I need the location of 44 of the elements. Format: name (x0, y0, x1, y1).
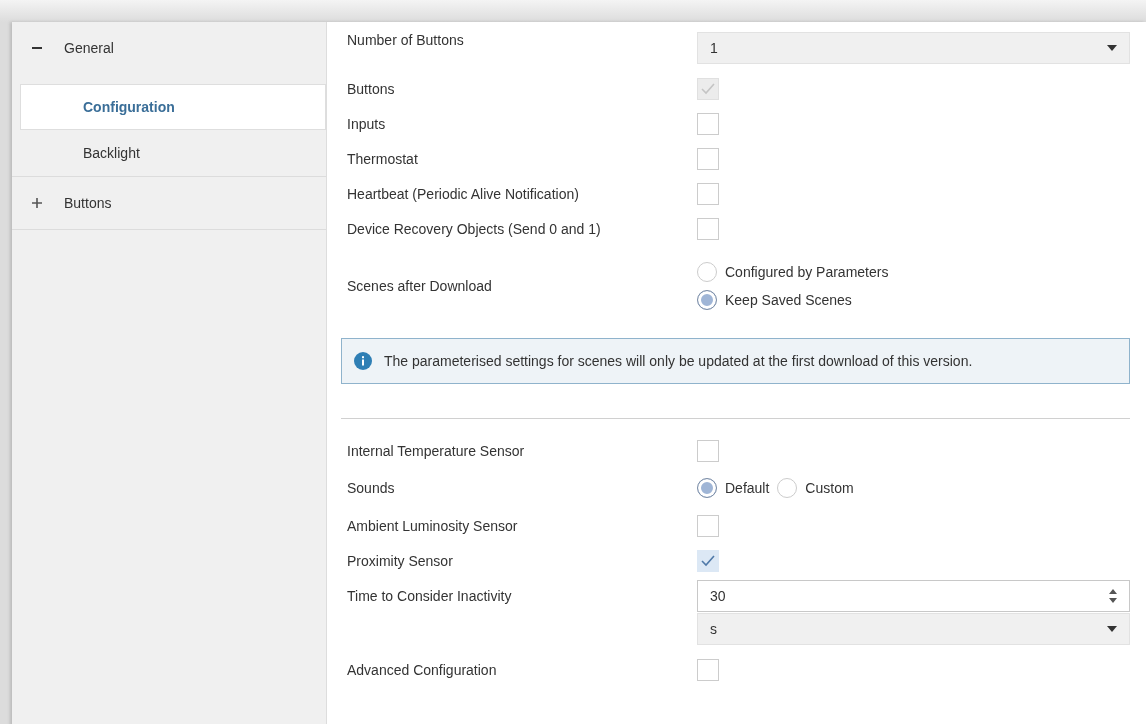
setting-label: Advanced Configuration (347, 661, 497, 678)
radio-label[interactable]: Configured by Parameters (725, 264, 889, 280)
caret-icon (1107, 626, 1117, 632)
number-field[interactable]: 30 (697, 579, 1130, 612)
tree-item[interactable]: Backlight (20, 130, 326, 176)
setting-label: Thermostat (347, 150, 418, 167)
tree-item[interactable]: Configuration (20, 84, 326, 130)
check-icon (700, 554, 716, 567)
tree-item[interactable]: General (12, 22, 326, 74)
setting-label: Ambient Luminosity Sensor (347, 517, 518, 534)
radio-label[interactable]: Custom (805, 480, 854, 496)
checkbox[interactable] (697, 549, 719, 572)
checkbox[interactable] (697, 217, 719, 240)
dropdown[interactable]: s (697, 613, 1130, 645)
tree-item[interactable]: Buttons (12, 177, 326, 229)
setting-label: Proximity Sensor (347, 552, 453, 569)
setting-label: Sounds (347, 480, 395, 496)
setting-label: Internal Temperature Sensor (347, 442, 525, 459)
setting-label: Heartbeat (Periodic Alive Notification) (347, 185, 579, 202)
caret-icon (1107, 45, 1117, 51)
radio-button[interactable] (777, 478, 798, 498)
dropdown[interactable]: 1 (697, 32, 1130, 64)
checkbox[interactable] (697, 514, 719, 537)
info-icon (354, 352, 372, 370)
check-icon (700, 82, 716, 95)
setting-label: Time to Consider Inactivity (347, 587, 512, 604)
checkbox[interactable] (697, 658, 719, 681)
checkbox[interactable] (697, 147, 719, 170)
radio-button[interactable] (697, 290, 717, 310)
info-text: The parameterised settings for scenes will only be updated at the first download of this version. (384, 353, 973, 369)
setting-label: Buttons (347, 80, 395, 97)
spinner-icon[interactable] (1109, 588, 1117, 603)
setting-label: Scenes after Download (347, 278, 492, 294)
expand-icon[interactable] (32, 198, 42, 208)
radio-button[interactable] (697, 478, 717, 498)
setting-label: Inputs (347, 115, 386, 132)
radio-label[interactable]: Keep Saved Scenes (725, 292, 852, 308)
radio-button[interactable] (697, 262, 717, 282)
setting-label: Device Recovery Objects (Send 0 and 1) (347, 220, 601, 237)
setting-label: Number of Buttons (347, 32, 464, 48)
checkbox[interactable] (697, 439, 719, 462)
checkbox[interactable] (697, 112, 719, 135)
radio-label[interactable]: Default (725, 480, 770, 496)
checkbox[interactable] (697, 182, 719, 205)
